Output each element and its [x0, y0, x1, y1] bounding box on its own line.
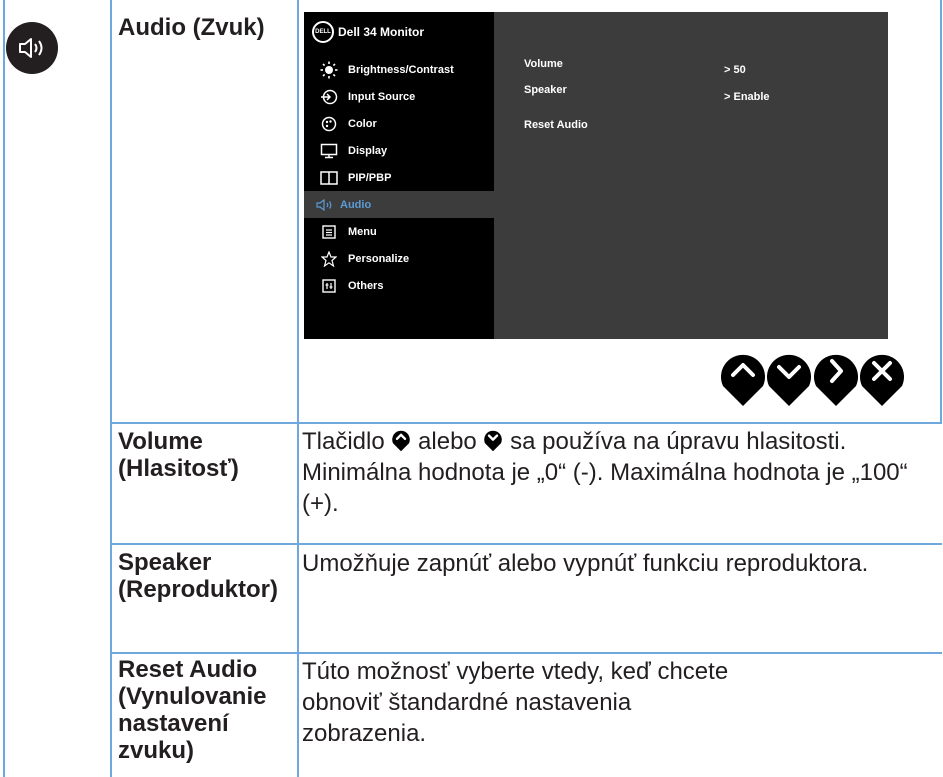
osd-item-audio[interactable]: Audio	[304, 191, 494, 218]
row-divider-2	[110, 543, 942, 545]
right-arrow-icon	[814, 354, 858, 406]
menu-list-icon	[318, 223, 340, 241]
color-palette-icon	[318, 115, 340, 133]
osd-header: DELL Dell 34 Monitor	[312, 21, 424, 43]
osd-setting-speaker[interactable]: Speaker	[524, 84, 567, 96]
osd-value-speaker: > Enable	[724, 91, 770, 103]
table-border-left	[3, 0, 5, 777]
osd-item-color[interactable]: Color	[304, 110, 494, 137]
down-button[interactable]	[764, 348, 814, 408]
osd-item-others[interactable]: Others	[304, 272, 494, 299]
brightness-icon	[318, 61, 340, 79]
row-label-speaker: Speaker (Reproduktor)	[118, 549, 278, 603]
row-divider-3	[110, 652, 942, 654]
up-arrow-icon	[392, 430, 411, 452]
speaker-icon	[314, 196, 336, 214]
osd-item-input-source[interactable]: Input Source	[304, 83, 494, 110]
osd-setting-reset-audio[interactable]: Reset Audio	[524, 119, 588, 131]
osd-setting-volume[interactable]: Volume	[524, 58, 563, 70]
right-button[interactable]	[811, 348, 861, 408]
dell-logo: DELL	[312, 21, 334, 43]
others-icon	[318, 277, 340, 295]
row-label-volume: Volume (Hlasitosť)	[118, 428, 239, 482]
input-source-icon	[318, 88, 340, 106]
up-arrow-icon	[721, 354, 765, 406]
osd-value-volume: > 50	[724, 64, 746, 76]
star-icon	[318, 250, 340, 268]
pip-pbp-icon	[318, 169, 340, 187]
close-icon	[860, 354, 904, 406]
row-desc-speaker: Umožňuje zapnúť alebo vypnúť funkciu rep…	[302, 550, 869, 577]
osd-item-pip-pbp[interactable]: PIP/PBP	[304, 164, 494, 191]
down-arrow-icon	[767, 354, 811, 406]
section-title: Audio (Zvuk)	[118, 14, 265, 41]
row-divider-1	[110, 422, 942, 424]
row-desc-reset-audio: Túto možnosť vyberte vtedy, keď chcete o…	[302, 658, 729, 747]
up-button[interactable]	[718, 348, 768, 408]
down-arrow-icon	[484, 430, 503, 452]
table-border-right	[940, 0, 942, 422]
osd-item-menu[interactable]: Menu	[304, 218, 494, 245]
osd-menu-panel: DELL Dell 34 Monitor Brightness/Contrast…	[304, 12, 494, 339]
osd-item-display[interactable]: Display	[304, 137, 494, 164]
speaker-icon	[6, 22, 58, 74]
row-label-reset-audio: Reset Audio (Vynulovanie nastavení zvuku…	[118, 656, 267, 764]
osd-item-personalize[interactable]: Personalize	[304, 245, 494, 272]
table-border-col1	[110, 0, 112, 777]
osd-item-brightness[interactable]: Brightness/Contrast	[304, 56, 494, 83]
osd-title: Dell 34 Monitor	[338, 25, 425, 39]
osd-screenshot: DELL Dell 34 Monitor Brightness/Contrast…	[304, 12, 888, 339]
display-monitor-icon	[318, 142, 340, 160]
row-desc-volume: Tlačidlo alebo sa používa na úpravu hlas…	[302, 428, 908, 517]
table-border-col2	[297, 0, 299, 777]
close-button[interactable]	[857, 348, 907, 408]
osd-menu: Brightness/Contrast Input Source Color D…	[304, 56, 494, 299]
